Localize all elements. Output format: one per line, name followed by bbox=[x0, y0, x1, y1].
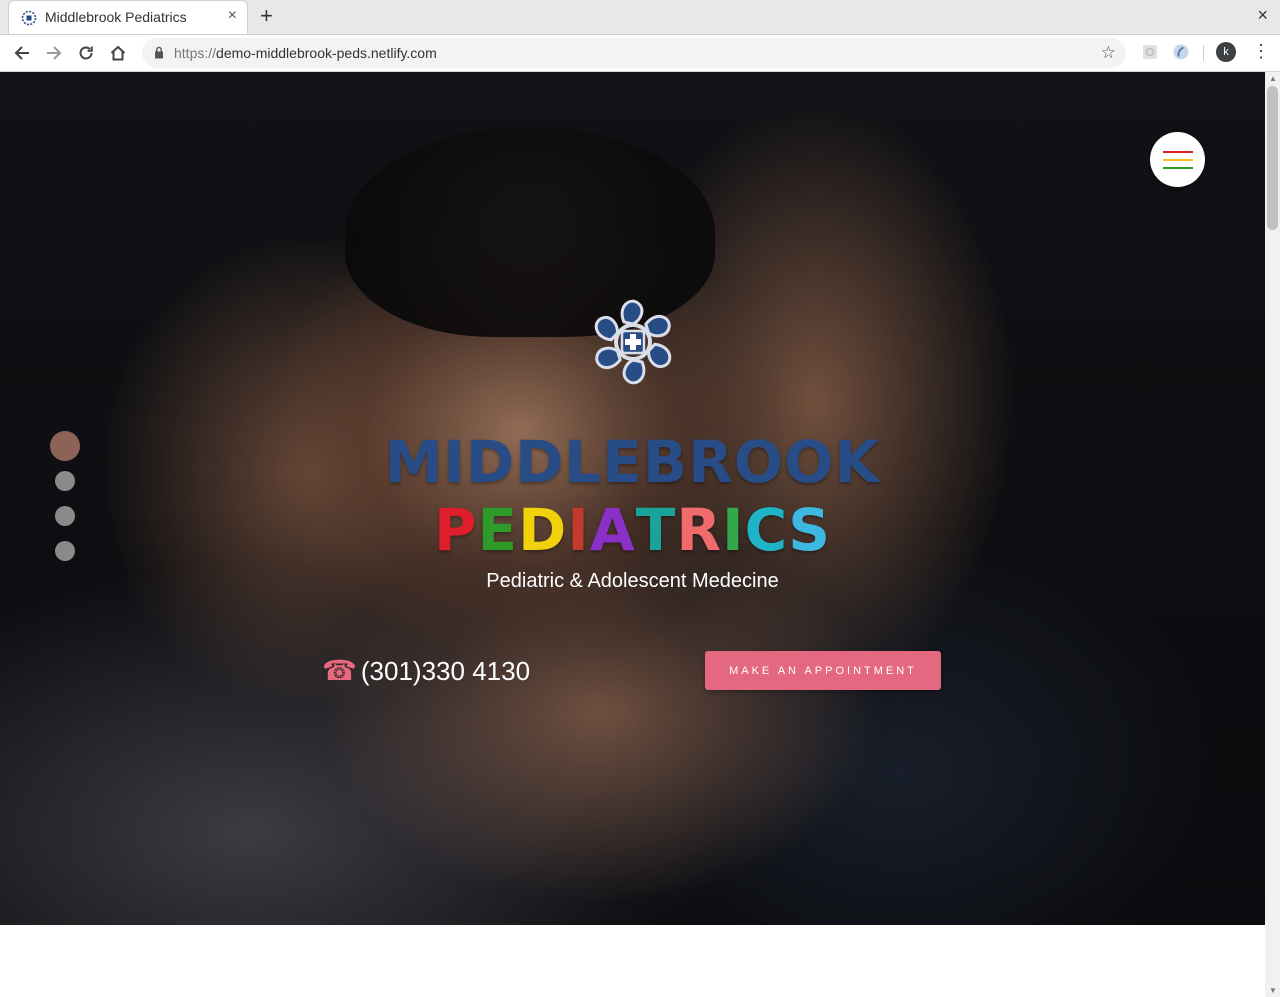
window-close-icon[interactable]: × bbox=[1257, 5, 1268, 26]
url-text: https://demo-middlebrook-peds.netlify.co… bbox=[174, 45, 437, 61]
page-scrollbar[interactable]: ▲ ▼ bbox=[1265, 72, 1280, 997]
scrollbar-thumb[interactable] bbox=[1267, 86, 1278, 230]
reload-icon bbox=[79, 46, 93, 60]
toolbar-separator bbox=[1203, 45, 1204, 61]
next-section bbox=[0, 925, 1265, 997]
tab-close-icon[interactable]: × bbox=[228, 7, 237, 25]
brand-letter: P bbox=[434, 496, 478, 564]
brand-tagline: Pediatric & Adolescent Medecine bbox=[486, 570, 779, 592]
brand-letter: I bbox=[722, 496, 745, 564]
brand-letter: C bbox=[744, 496, 789, 564]
scroll-up-icon[interactable]: ▲ bbox=[1269, 74, 1277, 83]
phone-number: (301)330 4130 bbox=[360, 656, 531, 686]
brand-letter: E bbox=[477, 496, 519, 564]
browser-tab-bar: Middlebrook Pediatrics × + × bbox=[0, 0, 1280, 35]
menu-line-1 bbox=[1163, 151, 1193, 153]
arrow-left-icon bbox=[14, 46, 29, 60]
brand-letter: I bbox=[567, 496, 590, 564]
back-button[interactable] bbox=[10, 41, 34, 65]
menu-line-3 bbox=[1163, 167, 1193, 169]
brand-letter: A bbox=[589, 496, 636, 564]
home-icon bbox=[110, 45, 126, 61]
tab-title: Middlebrook Pediatrics bbox=[45, 9, 187, 25]
extension-shield-icon[interactable] bbox=[1172, 43, 1190, 61]
brand-letter: T bbox=[635, 496, 677, 564]
reload-button[interactable] bbox=[74, 41, 98, 65]
scroll-down-icon[interactable]: ▼ bbox=[1269, 986, 1277, 995]
browser-toolbar: https://demo-middlebrook-peds.netlify.co… bbox=[0, 35, 1280, 72]
brand-title-line2: PEDIATRICS bbox=[0, 496, 1265, 564]
brand-letter: D bbox=[518, 496, 568, 564]
browser-menu-icon[interactable]: ⋮ bbox=[1252, 41, 1270, 62]
url-host: demo-middlebrook-peds.netlify.com bbox=[216, 45, 437, 61]
brand-letter: S bbox=[788, 496, 831, 564]
brand-title-line1: MIDDLEBROOK bbox=[384, 428, 881, 496]
phone-icon: ☎ bbox=[322, 655, 357, 686]
menu-line-2 bbox=[1163, 159, 1193, 161]
arrow-right-icon bbox=[47, 46, 62, 60]
brand-letter: R bbox=[676, 496, 723, 564]
home-button[interactable] bbox=[106, 41, 130, 65]
lock-icon bbox=[155, 46, 163, 59]
hero-section: MIDDLEBROOK PEDIATRICS Pediatric & Adole… bbox=[0, 72, 1265, 925]
profile-avatar[interactable]: k bbox=[1216, 42, 1236, 62]
medical-cross-logo-icon bbox=[590, 299, 676, 385]
make-appointment-button[interactable]: MAKE AN APPOINTMENT bbox=[705, 651, 941, 690]
forward-button[interactable] bbox=[42, 41, 66, 65]
address-bar[interactable]: https://demo-middlebrook-peds.netlify.co… bbox=[142, 38, 1126, 68]
phone-link[interactable]: ☎ (301)330 4130 bbox=[322, 654, 530, 687]
new-tab-icon[interactable]: + bbox=[260, 3, 273, 29]
site-favicon-icon bbox=[21, 10, 37, 26]
bookmark-star-icon[interactable]: ☆ bbox=[1101, 43, 1116, 63]
hamburger-menu-button[interactable] bbox=[1150, 132, 1205, 187]
url-protocol: https:// bbox=[174, 45, 217, 61]
extension-grid-icon[interactable] bbox=[1141, 43, 1159, 61]
browser-tab[interactable]: Middlebrook Pediatrics × bbox=[8, 0, 248, 34]
